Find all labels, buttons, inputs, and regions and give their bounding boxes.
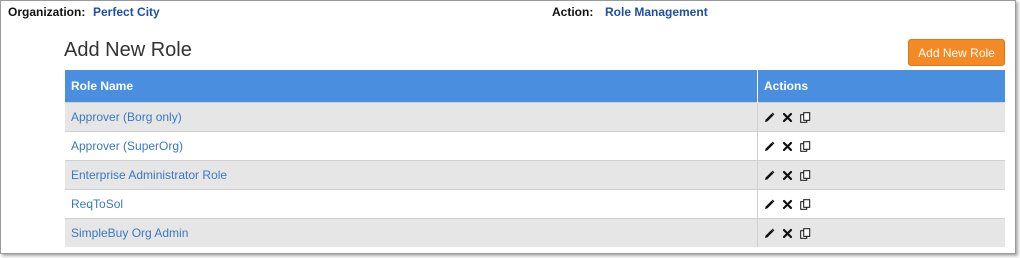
action-label: Action:	[552, 5, 594, 19]
role-name-cell: Approver (Borg only)	[65, 102, 758, 132]
actions-cell	[757, 160, 1005, 190]
pencil-edit-icon[interactable]	[764, 228, 775, 239]
role-link[interactable]: Approver (SuperOrg)	[71, 139, 183, 153]
role-link[interactable]: Approver (Borg only)	[71, 110, 182, 124]
app-frame: Organization: Perfect City Action: Role …	[0, 0, 1016, 254]
role-name-cell: Approver (SuperOrg)	[65, 131, 758, 161]
role-link[interactable]: ReqToSol	[71, 197, 123, 211]
add-new-role-button[interactable]: Add New Role	[908, 39, 1005, 66]
table-row: SimpleBuy Org Admin	[65, 218, 1005, 247]
actions-cell	[757, 131, 1005, 161]
column-header-role-name: Role Name	[65, 70, 758, 103]
actions-cell	[757, 102, 1005, 132]
copy-icon[interactable]	[800, 111, 811, 123]
table-row: ReqToSol	[65, 189, 1005, 219]
action-value: Role Management	[605, 5, 708, 19]
pencil-edit-icon[interactable]	[764, 170, 775, 181]
roles-table: Role Name Actions Approver (Borg only) A…	[65, 70, 1005, 247]
role-link[interactable]: SimpleBuy Org Admin	[71, 226, 188, 240]
pencil-edit-icon[interactable]	[764, 112, 775, 123]
role-name-cell: SimpleBuy Org Admin	[65, 218, 758, 247]
pencil-edit-icon[interactable]	[764, 199, 775, 210]
table-row: Approver (SuperOrg)	[65, 131, 1005, 161]
actions-cell	[757, 218, 1005, 247]
role-link[interactable]: Enterprise Administrator Role	[71, 168, 227, 182]
delete-x-icon[interactable]	[782, 112, 793, 123]
column-header-actions: Actions	[757, 70, 1005, 103]
copy-icon[interactable]	[800, 140, 811, 152]
table-row: Enterprise Administrator Role	[65, 160, 1005, 190]
organization-label: Organization:	[8, 5, 86, 19]
role-name-cell: ReqToSol	[65, 189, 758, 219]
pencil-edit-icon[interactable]	[764, 141, 775, 152]
organization-value: Perfect City	[93, 5, 160, 19]
copy-icon[interactable]	[800, 227, 811, 239]
delete-x-icon[interactable]	[782, 141, 793, 152]
context-bar: Organization: Perfect City Action: Role …	[8, 5, 1008, 21]
copy-icon[interactable]	[800, 198, 811, 210]
role-name-cell: Enterprise Administrator Role	[65, 160, 758, 190]
page-title: Add New Role	[64, 39, 192, 61]
actions-cell	[757, 189, 1005, 219]
table-header-row: Role Name Actions	[65, 70, 1005, 103]
delete-x-icon[interactable]	[782, 199, 793, 210]
delete-x-icon[interactable]	[782, 228, 793, 239]
delete-x-icon[interactable]	[782, 170, 793, 181]
copy-icon[interactable]	[800, 169, 811, 181]
table-row: Approver (Borg only)	[65, 102, 1005, 132]
